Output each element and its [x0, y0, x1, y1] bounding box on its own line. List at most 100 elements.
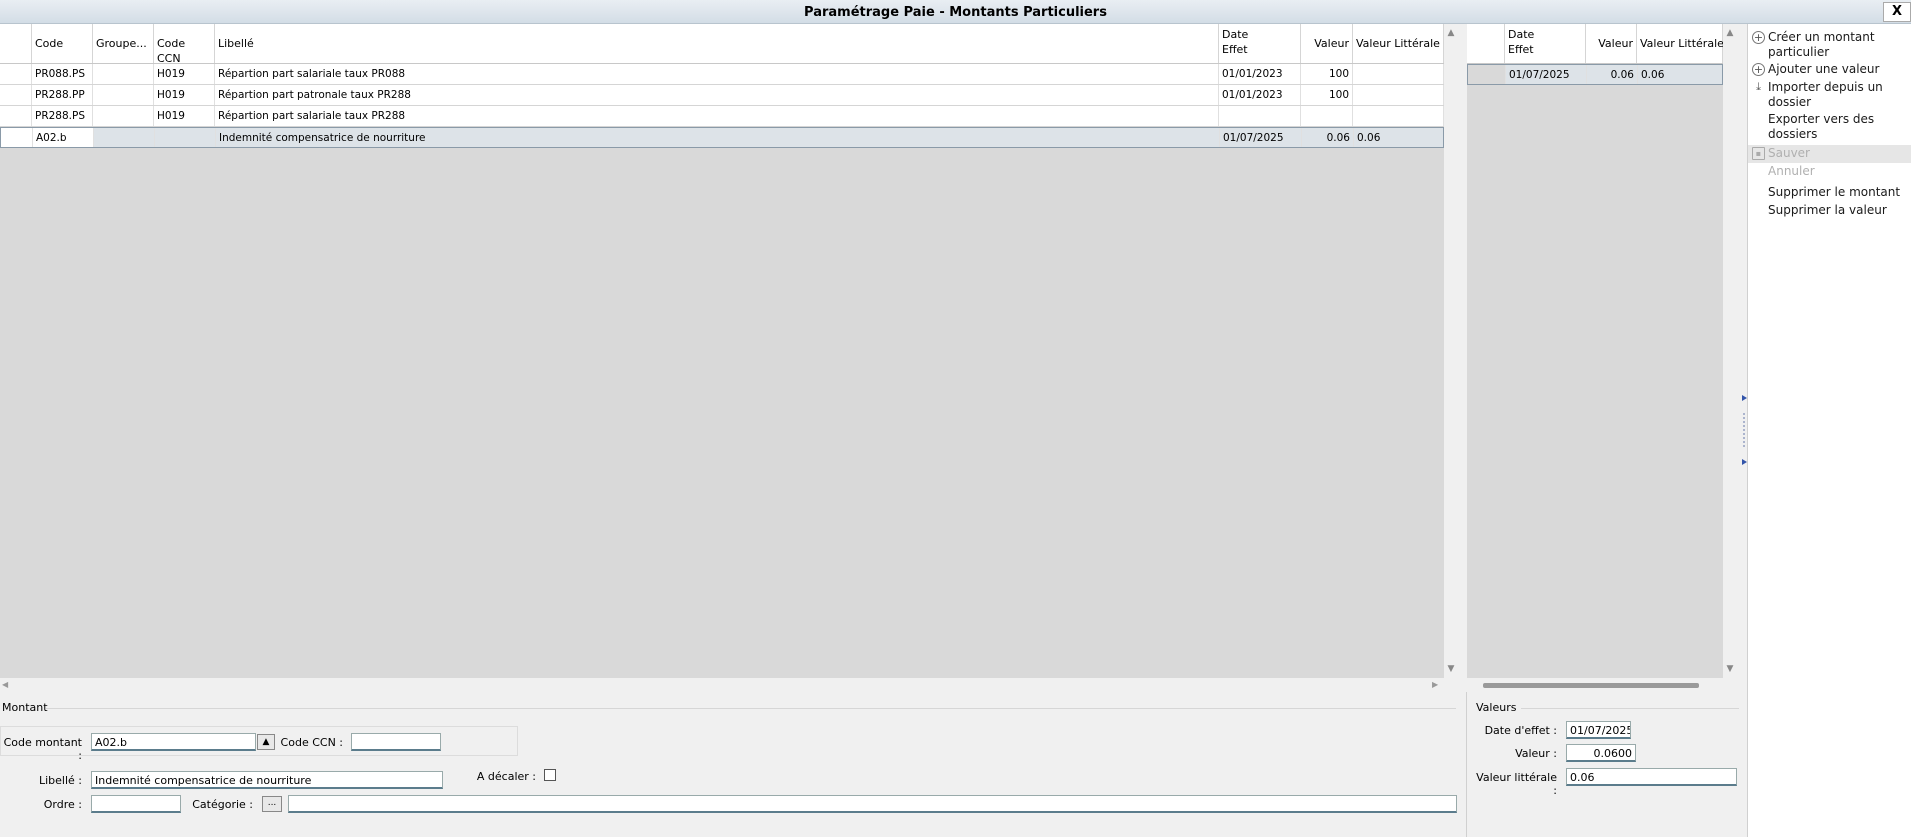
col-header-groupe[interactable]: Groupe...	[93, 24, 154, 63]
valeur-input[interactable]: 0.0600	[1566, 744, 1636, 762]
import-label-line2: dossier	[1768, 95, 1812, 109]
cell-code-ccn	[155, 128, 216, 147]
col-header-code-ccn[interactable]: Code CCN	[154, 24, 215, 65]
col-header-code[interactable]: Code	[32, 24, 93, 63]
values-col-header-date[interactable]: Date Effet	[1505, 24, 1586, 63]
table-row[interactable]: PR088.PS H019 Répartion part salariale t…	[0, 64, 1444, 85]
delete-amount-action[interactable]: Supprimer le montant	[1768, 185, 1900, 200]
cell-groupe	[93, 106, 154, 126]
delete-value-action[interactable]: Supprimer la valeur	[1768, 203, 1887, 218]
cell-libelle: Répartion part patronale taux PR288	[215, 85, 1219, 105]
table-row-selected[interactable]: A02.b Indemnité compensatrice de nourrit…	[0, 127, 1445, 148]
row-indicator	[0, 64, 32, 84]
values-col-header-date-line1: Date	[1508, 28, 1535, 41]
code-montant-input[interactable]: A02.b	[91, 733, 256, 751]
cell-code-ccn: H019	[154, 106, 215, 126]
amounts-grid: Code Groupe... Code CCN Libellé Date Eff…	[0, 24, 1458, 678]
ordre-input[interactable]	[91, 795, 181, 813]
values-col-header-date-line2: Effet	[1508, 43, 1534, 56]
values-row-indicator-header	[1467, 24, 1505, 63]
create-amount-label-line1: Créer un montant	[1768, 30, 1875, 44]
import-label-line1: Importer depuis un	[1768, 80, 1883, 94]
export-label-line1: Exporter vers des	[1768, 112, 1875, 126]
values-hscroll-thumb[interactable]	[1483, 683, 1699, 688]
cell-date	[1219, 106, 1301, 126]
libelle-input[interactable]: Indemnité compensatrice de nourriture	[91, 771, 443, 789]
valeurs-group-title: Valeurs	[1476, 701, 1517, 714]
values-horizontal-scrollbar[interactable]	[1467, 678, 1742, 692]
amounts-vertical-scrollbar[interactable]: ▲ ▼	[1444, 24, 1458, 678]
categorie-browse-button[interactable]: ...	[262, 796, 282, 812]
scroll-right-icon[interactable]: ▶	[1432, 680, 1438, 689]
cell-libelle: Répartion part salariale taux PR288	[215, 106, 1219, 126]
cell-date: 01/01/2023	[1219, 85, 1301, 105]
col-header-date-line1: Date	[1222, 28, 1249, 41]
save-action[interactable]: Sauver	[1768, 146, 1810, 161]
cell-valeur	[1301, 106, 1353, 126]
plus-circle-icon: +	[1752, 63, 1765, 76]
export-to-folders-action[interactable]: Exporter vers des dossiers	[1768, 112, 1874, 142]
import-from-folder-action[interactable]: Importer depuis un dossier	[1768, 80, 1883, 110]
create-amount-label-line2: particulier	[1768, 45, 1830, 59]
values-grid-header: Date Effet Valeur Valeur Littérale	[1467, 24, 1724, 64]
values-scroll-down-icon[interactable]: ▼	[1725, 664, 1735, 674]
actions-panel: + Créer un montant particulier + Ajouter…	[1747, 24, 1911, 837]
a-decaler-label: A décaler :	[476, 770, 536, 783]
col-header-valeur-litterale[interactable]: Valeur Littérale	[1353, 24, 1444, 63]
table-row[interactable]: PR288.PS H019 Répartion part salariale t…	[0, 106, 1444, 127]
scroll-down-icon[interactable]: ▼	[1446, 664, 1456, 674]
cell-code-ccn: H019	[154, 85, 215, 105]
cell-libelle: Répartion part salariale taux PR088	[215, 64, 1219, 84]
cell-date: 01/01/2023	[1219, 64, 1301, 84]
row-indicator	[0, 106, 32, 126]
cell-groupe	[93, 85, 154, 105]
valeur-litterale-label: Valeur littérale :	[1476, 771, 1557, 797]
valeur-label: Valeur :	[1515, 747, 1557, 760]
code-montant-label: Code montant :	[3, 736, 82, 762]
table-row[interactable]: PR288.PP H019 Répartion part patronale t…	[0, 85, 1444, 106]
col-header-valeur[interactable]: Valeur	[1301, 24, 1353, 63]
values-vertical-scrollbar[interactable]: ▲ ▼	[1723, 24, 1737, 678]
values-scroll-up-icon[interactable]: ▲	[1725, 28, 1735, 38]
cell-code[interactable]: A02.b	[33, 128, 94, 147]
row-indicator-header	[0, 24, 32, 63]
values-col-header-valeur-litterale[interactable]: Valeur Littérale	[1637, 24, 1724, 63]
date-effet-label: Date d'effet :	[1484, 724, 1557, 737]
cell-code: PR288.PS	[32, 106, 93, 126]
export-label-line2: dossiers	[1768, 127, 1818, 141]
valeur-litterale-input[interactable]: 0.06	[1566, 768, 1737, 786]
values-col-header-valeur[interactable]: Valeur	[1586, 24, 1637, 63]
cancel-action[interactable]: Annuler	[1768, 164, 1815, 179]
create-amount-action[interactable]: Créer un montant particulier	[1768, 30, 1875, 60]
cell-valeur-litterale: 0.06	[1354, 128, 1445, 147]
code-ccn-label: Code CCN :	[280, 736, 343, 749]
values-row-indicator	[1468, 65, 1506, 84]
date-effet-input[interactable]: 01/07/2025	[1566, 721, 1631, 739]
col-header-libelle[interactable]: Libellé	[215, 24, 1219, 63]
values-grid: Date Effet Valeur Valeur Littérale 01/07…	[1467, 24, 1737, 678]
close-button[interactable]: X	[1883, 2, 1911, 22]
a-decaler-checkbox[interactable]	[544, 769, 556, 781]
values-cell-valeur-litterale: 0.06	[1638, 65, 1724, 84]
add-value-action[interactable]: Ajouter une valeur	[1768, 62, 1879, 77]
values-cell-valeur: 0.06	[1587, 65, 1638, 84]
valeurs-group-line	[1521, 708, 1739, 709]
libelle-label: Libellé :	[38, 774, 82, 787]
save-icon: ▪	[1752, 147, 1765, 160]
scroll-up-icon[interactable]: ▲	[1446, 28, 1456, 38]
cell-date: 01/07/2025	[1220, 128, 1302, 147]
plus-circle-icon: +	[1752, 31, 1765, 44]
values-cell-date[interactable]: 01/07/2025	[1506, 65, 1587, 84]
cell-groupe	[93, 64, 154, 84]
values-table-row-selected[interactable]: 01/07/2025 0.06 0.06	[1467, 64, 1724, 85]
categorie-input[interactable]	[288, 795, 1457, 813]
cell-libelle: Indemnité compensatrice de nourriture	[216, 128, 1220, 147]
code-ccn-input[interactable]	[351, 733, 441, 751]
amounts-horizontal-scrollbar[interactable]: ◀ ▶	[0, 678, 1444, 692]
cell-valeur-litterale	[1353, 106, 1444, 126]
valeurs-form: Valeurs Date d'effet : 01/07/2025 Valeur…	[1467, 692, 1747, 837]
col-header-date-effet[interactable]: Date Effet	[1219, 24, 1301, 63]
code-lookup-button[interactable]: ▲	[257, 734, 275, 750]
montant-form: Montant Code montant : A02.b ▲ Code CCN …	[0, 692, 1467, 837]
scroll-left-icon[interactable]: ◀	[2, 680, 8, 689]
